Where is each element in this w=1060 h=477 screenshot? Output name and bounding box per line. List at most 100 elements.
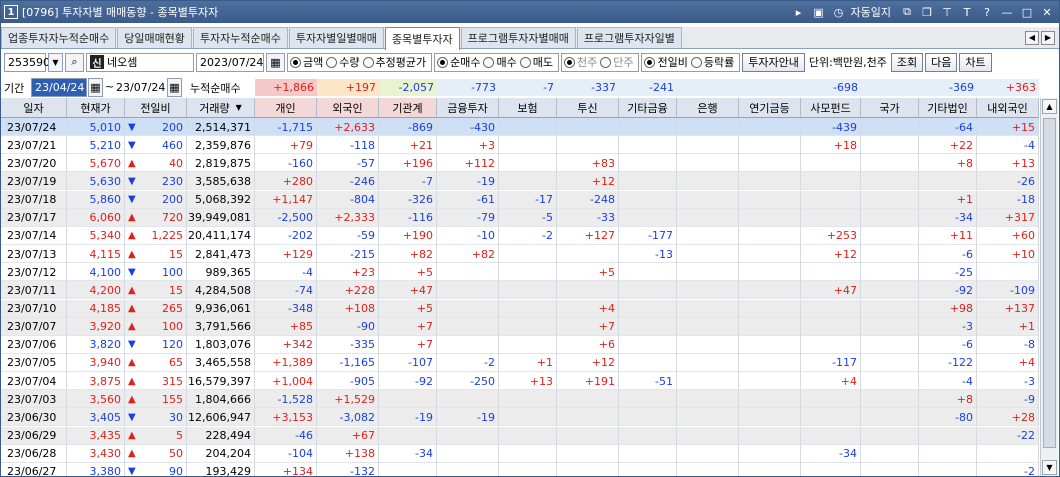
col-header-3[interactable]: 거래량 ▼ [187, 98, 255, 118]
col-header-1[interactable]: 현재가 [67, 98, 125, 118]
col-header-12[interactable]: 연기금등 [739, 98, 801, 118]
col-header-10[interactable]: 기타금융 [619, 98, 677, 118]
sum-cell-1: +197 [317, 79, 379, 96]
chart-button[interactable]: 차트 [959, 52, 992, 72]
code-dropdown-icon[interactable]: ▼ [48, 52, 63, 72]
period-from-input[interactable]: 23/04/24 [31, 78, 87, 97]
col-header-4[interactable]: 개인 [255, 98, 317, 118]
cell-기타법인: +22 [919, 136, 977, 155]
cell-외국인: -335 [317, 335, 379, 354]
stock-code-input[interactable]: 253590 [4, 52, 50, 72]
next-button[interactable]: 다음 [925, 52, 958, 72]
cell-기타법인: -4 [919, 372, 977, 391]
cell-외국인: +228 [317, 281, 379, 300]
minimize-icon[interactable]: — [999, 4, 1015, 20]
tab-2[interactable]: 투자자누적순매수 [192, 27, 288, 48]
clock-icon[interactable]: ◷ [831, 4, 847, 20]
g4-radio-1[interactable]: 등락률 [690, 54, 734, 70]
menu-arrow-icon[interactable]: ▸ [791, 4, 807, 20]
cell-보험: -17 [499, 190, 557, 209]
col-header-11[interactable]: 은행 [677, 98, 739, 118]
stock-name-field[interactable]: 신 네오셈 [86, 52, 194, 72]
calendar-icon[interactable]: ▦ [266, 52, 285, 72]
cell-일자: 23/07/13 [1, 245, 67, 264]
auto-log-label[interactable]: 자동일지 [851, 4, 891, 20]
cell-사모펀드 [801, 317, 861, 336]
tab-4[interactable]: 종목별투자자 [384, 27, 460, 50]
g1-radio-0[interactable]: 금액 [290, 54, 323, 70]
g2-radio-2[interactable]: 매도 [519, 54, 553, 70]
g3-radio-1[interactable]: 단주 [600, 54, 633, 70]
scroll-down-icon[interactable]: ▼ [1042, 460, 1057, 475]
tab-5[interactable]: 프로그램투자자별매매 [460, 27, 576, 48]
col-header-8[interactable]: 보험 [499, 98, 557, 118]
date-input[interactable]: 2023/07/24 [196, 52, 264, 72]
cell-내외국인: -26 [977, 172, 1039, 191]
up-arrow-icon: ▲ [128, 357, 136, 369]
close-icon[interactable]: ✕ [1039, 4, 1055, 20]
g2-radio-1[interactable]: 매수 [483, 54, 517, 70]
col-header-2[interactable]: 전일비 [125, 98, 187, 118]
g4-radio-0[interactable]: 전일비 [644, 54, 688, 70]
g1-radio-2[interactable]: 추정평균가 [362, 54, 427, 70]
cell-기관계: +5 [379, 263, 437, 282]
cell-개인: -46 [255, 426, 317, 445]
col-header-7[interactable]: 금융투자 [437, 98, 499, 118]
g1-radio-1[interactable]: 수량 [326, 54, 360, 70]
help-icon[interactable]: ? [979, 4, 995, 20]
tab-0[interactable]: 업종투자자누적순매수 [1, 27, 117, 48]
col-header-6[interactable]: 기관계 [379, 98, 437, 118]
period-to-input[interactable]: 23/07/24 [113, 78, 167, 97]
period-summary-row: 기간 23/04/24 ▦ ~ 23/07/24 ▦ 누적순매수 +1,866 +… [1, 78, 1059, 98]
cell-연기금등 [739, 462, 801, 476]
col-header-0[interactable]: 일자 [1, 98, 67, 118]
volume-sort-icon[interactable]: ▼ [236, 103, 242, 112]
col-header-15[interactable]: 기타법인 [919, 98, 977, 118]
g2-radio-0[interactable]: 순매수 [437, 54, 480, 70]
tab-next-icon[interactable]: ▶ [1041, 30, 1055, 45]
g1-radio-label-2: 추정평균가 [375, 56, 427, 69]
col-header-5[interactable]: 외국인 [317, 98, 379, 118]
window-link-icon[interactable]: ⧉ [899, 4, 915, 20]
cell-기타금융 [619, 281, 677, 300]
pin-icon[interactable]: ⊤ [939, 4, 955, 20]
cell-기타금융 [619, 462, 677, 476]
cell-현재가: 3,435 [67, 426, 125, 445]
query-button[interactable]: 조회 [890, 52, 924, 72]
cell-연기금등 [739, 299, 801, 318]
maximize-icon[interactable]: □ [1019, 4, 1035, 20]
cell-외국인: -3,082 [317, 408, 379, 427]
screen-code: [0796] [22, 5, 59, 19]
cell-기타금융 [619, 118, 677, 136]
col-header-13[interactable]: 사모펀드 [801, 98, 861, 118]
col-header-16[interactable]: 내외국인 [977, 98, 1039, 118]
tab-6[interactable]: 프로그램투자자일별 [576, 27, 682, 48]
col-header-14[interactable]: 국가 [861, 98, 919, 118]
up-arrow-icon: ▲ [128, 157, 136, 169]
cell-개인: -1,528 [255, 390, 317, 409]
font-icon[interactable]: T [959, 4, 975, 20]
search-icon[interactable]: ⌕ [65, 52, 84, 72]
cell-거래량: 2,841,473 [187, 245, 255, 264]
scroll-up-icon[interactable]: ▲ [1042, 99, 1057, 114]
cell-개인: +134 [255, 462, 317, 476]
scroll-thumb[interactable] [1043, 118, 1056, 448]
from-calendar-icon[interactable]: ▦ [88, 78, 103, 97]
vertical-scrollbar[interactable]: ▲ ▼ [1040, 98, 1058, 476]
tab-3[interactable]: 투자자별일별매매 [288, 27, 384, 48]
cell-투신: +191 [557, 372, 619, 391]
col-header-9[interactable]: 투신 [557, 98, 619, 118]
to-calendar-icon[interactable]: ▦ [167, 78, 182, 97]
sum-cell-8 [739, 79, 801, 96]
restore-icon[interactable]: ❐ [919, 4, 935, 20]
g3-radio-0[interactable]: 천주 [563, 54, 597, 70]
up-arrow-icon: ▲ [128, 212, 136, 224]
investor-guide-button[interactable]: 투자자안내 [742, 52, 805, 72]
up-arrow-icon: ▲ [128, 284, 136, 296]
cell-내외국인: +4 [977, 353, 1039, 372]
tab-1[interactable]: 당일매매현황 [117, 27, 192, 48]
cell-연기금등 [739, 208, 801, 227]
tab-prev-icon[interactable]: ◀ [1025, 30, 1039, 45]
cell-국가 [861, 172, 919, 191]
memo-icon[interactable]: ▣ [811, 4, 827, 20]
